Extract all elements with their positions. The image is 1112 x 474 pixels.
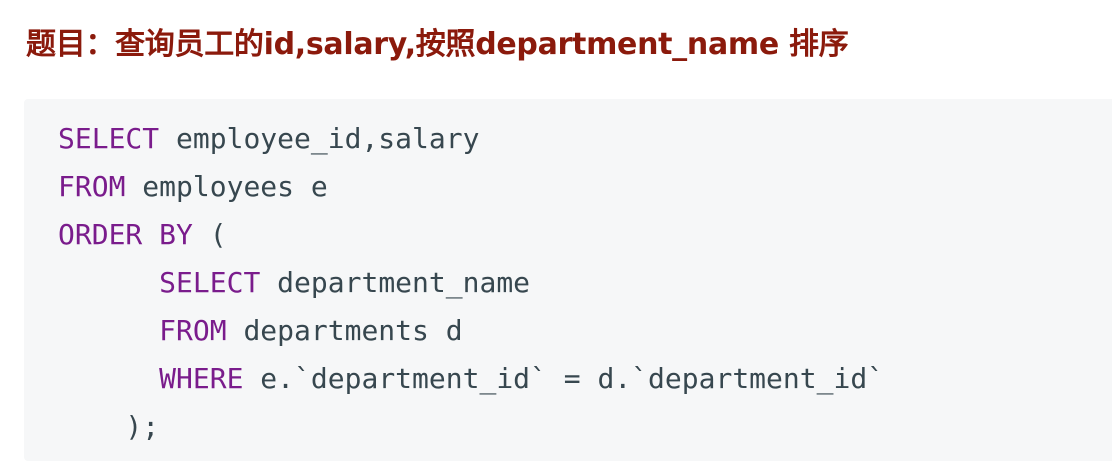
sql-code: SELECT employee_id,salary FROM employees … — [58, 115, 884, 451]
code-line: ); — [58, 403, 884, 451]
code-line: FROM departments d — [58, 307, 884, 355]
sql-indent — [58, 362, 159, 395]
sql-keyword: FROM — [58, 170, 126, 203]
code-line: ORDER BY ( — [58, 211, 884, 259]
code-line: WHERE e.`department_id` = d.`department_… — [58, 355, 884, 403]
sql-keyword: SELECT — [58, 122, 160, 155]
sql-text: e.`department_id` = d.`department_id` — [243, 362, 885, 395]
code-line: SELECT department_name — [58, 259, 884, 307]
page-title: 题目：查询员工的id,salary,按照department_name 排序 — [26, 27, 849, 62]
sql-indent — [58, 314, 159, 347]
code-line: SELECT employee_id,salary — [58, 115, 884, 163]
code-line: FROM employees e — [58, 163, 884, 211]
sql-keyword: WHERE — [159, 362, 244, 395]
sql-keyword: SELECT — [159, 266, 261, 299]
sql-text: ( — [192, 218, 227, 251]
sql-text: employees e — [125, 170, 328, 203]
sql-text: ); — [58, 410, 160, 443]
sql-text: department_name — [260, 266, 531, 299]
code-block: SELECT employee_id,salary FROM employees … — [24, 99, 1112, 461]
sql-indent — [58, 266, 159, 299]
sql-keyword: FROM — [159, 314, 227, 347]
sql-text: employee_id,salary — [159, 122, 480, 155]
sql-keyword: ORDER BY — [58, 218, 193, 251]
sql-text: departments d — [226, 314, 463, 347]
